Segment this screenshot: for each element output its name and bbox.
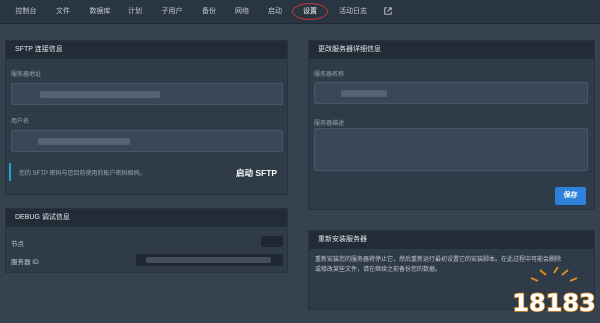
tab-subusers[interactable]: 子用户 xyxy=(158,0,186,24)
server-details-panel: 更改服务器详细信息 服务器名称 服务器描述 保存 xyxy=(308,40,595,210)
svg-text:18183: 18183 xyxy=(512,289,596,317)
redacted-server-id xyxy=(146,257,271,263)
external-link-icon[interactable] xyxy=(384,7,392,15)
server-desc-label: 服务器描述 xyxy=(314,121,345,127)
save-button[interactable]: 保存 xyxy=(555,187,586,205)
node-value xyxy=(261,236,283,247)
sftp-panel-title: SFTP 连接信息 xyxy=(6,41,287,59)
server-details-title: 更改服务器详细信息 xyxy=(309,41,594,59)
launch-sftp-button[interactable]: 启动 SFTP xyxy=(236,167,277,179)
site-watermark-logo: 18183 xyxy=(511,266,597,318)
server-desc-textarea[interactable] xyxy=(314,128,588,171)
top-navigation: 控制台 文件 数据库 计划 子用户 备份 网络 启动 设置 活动日志 xyxy=(0,0,600,24)
tab-console[interactable]: 控制台 xyxy=(12,0,40,24)
redacted-server-name xyxy=(341,90,387,97)
server-id-value xyxy=(136,254,283,266)
active-tab-highlight xyxy=(292,3,328,20)
sftp-panel: SFTP 连接信息 服务器地址 用户名 您的 SFTP 密码与您目前使用的账户密… xyxy=(5,40,288,195)
tab-activity-log[interactable]: 活动日志 xyxy=(336,0,370,24)
server-address-field[interactable] xyxy=(11,83,283,105)
debug-panel-title: DEBUG 调试信息 xyxy=(6,209,287,227)
node-label: 节点 xyxy=(11,241,24,248)
debug-panel: DEBUG 调试信息 节点 服务器 ID xyxy=(5,208,288,273)
tab-network[interactable]: 网络 xyxy=(231,0,253,24)
username-field[interactable] xyxy=(11,130,283,152)
server-name-label: 服务器名称 xyxy=(314,72,345,78)
tab-backups[interactable]: 备份 xyxy=(198,0,220,24)
tab-startup[interactable]: 启动 xyxy=(264,0,286,24)
tab-schedules[interactable]: 计划 xyxy=(124,0,146,24)
tab-databases[interactable]: 数据库 xyxy=(86,0,114,24)
username-label: 用户名 xyxy=(11,119,30,125)
server-id-label: 服务器 ID xyxy=(11,259,39,266)
reinstall-title: 重新安装服务器 xyxy=(309,231,594,249)
server-name-field[interactable] xyxy=(314,82,588,104)
sftp-password-notice: 您的 SFTP 密码与您目前使用的账户密码相同。 xyxy=(9,163,209,181)
notice-text: 您的 SFTP 密码与您目前使用的账户密码相同。 xyxy=(19,171,146,177)
redacted-username xyxy=(38,138,130,145)
redacted-address xyxy=(40,91,160,98)
tab-files[interactable]: 文件 xyxy=(52,0,74,24)
server-address-label: 服务器地址 xyxy=(11,72,42,78)
